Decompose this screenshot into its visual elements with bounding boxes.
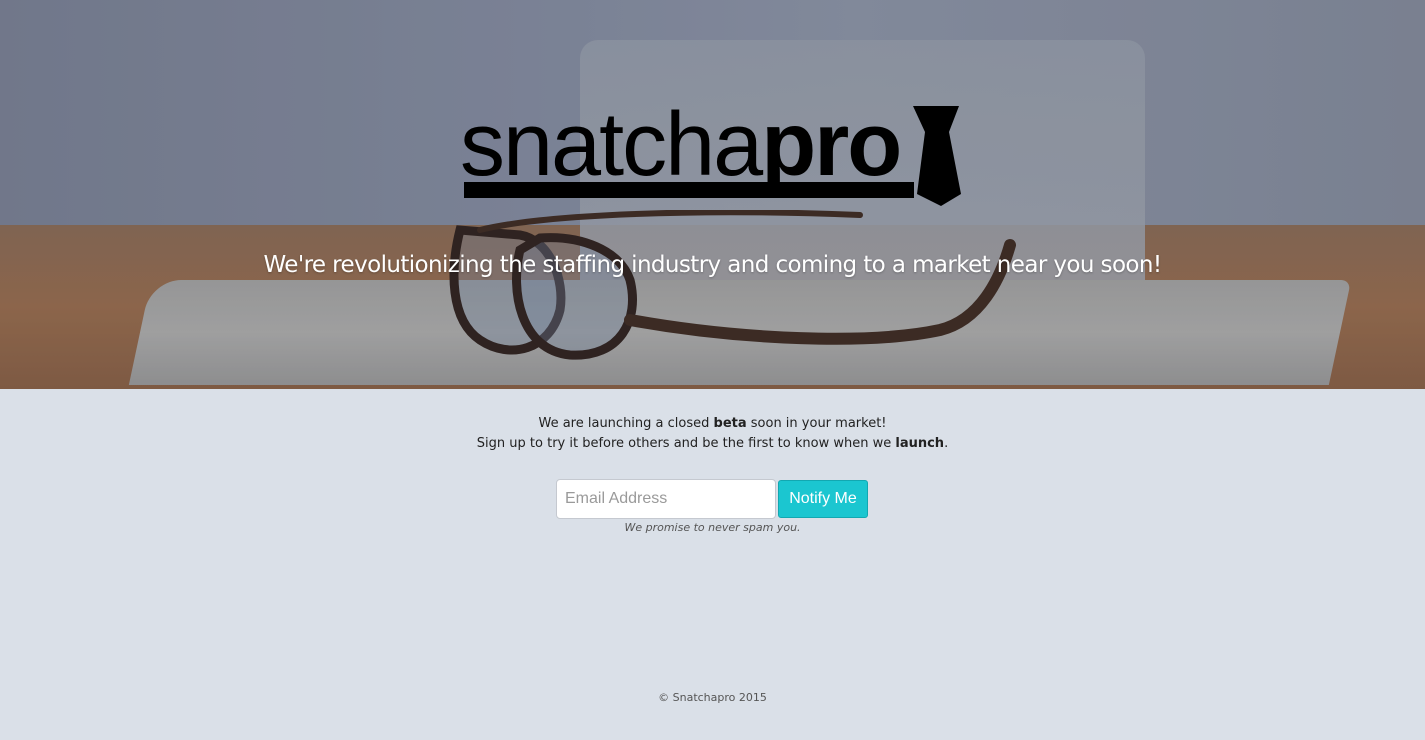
- intro-line-1-end: soon in your market!: [746, 416, 887, 431]
- email-input[interactable]: [556, 479, 776, 519]
- intro-launch-emphasis: launch: [895, 436, 945, 451]
- necktie-icon: [913, 106, 961, 206]
- intro-line-2: Sign up to try it before others and be t…: [0, 434, 1425, 454]
- intro-line-2-end: .: [944, 436, 949, 451]
- footer-copyright: © Snatchapro 2015: [658, 691, 767, 704]
- logo-text-light: snatcha: [460, 95, 763, 195]
- signup-form: Notify Me: [556, 479, 876, 519]
- logo-underline-bar: [464, 182, 914, 198]
- no-spam-disclaimer: We promise to never spam you.: [624, 521, 801, 534]
- intro-line-1: We are launching a closed beta soon in y…: [0, 414, 1425, 434]
- logo-text-bold: pro: [761, 95, 902, 195]
- intro-beta-emphasis: beta: [713, 416, 747, 431]
- hero-tagline: We're revolutionizing the staffing indus…: [263, 252, 1163, 278]
- intro-line-1-text: We are launching a closed: [538, 416, 714, 431]
- logo-wordmark: snatchapro: [460, 100, 902, 190]
- hero-banner: snatchapro We're revolutionizing the sta…: [0, 0, 1425, 389]
- notify-me-button[interactable]: Notify Me: [778, 480, 868, 518]
- beta-intro-text: We are launching a closed beta soon in y…: [0, 414, 1425, 454]
- snatchapro-logo[interactable]: snatchapro: [460, 100, 965, 210]
- intro-line-2-text: Sign up to try it before others and be t…: [476, 436, 896, 451]
